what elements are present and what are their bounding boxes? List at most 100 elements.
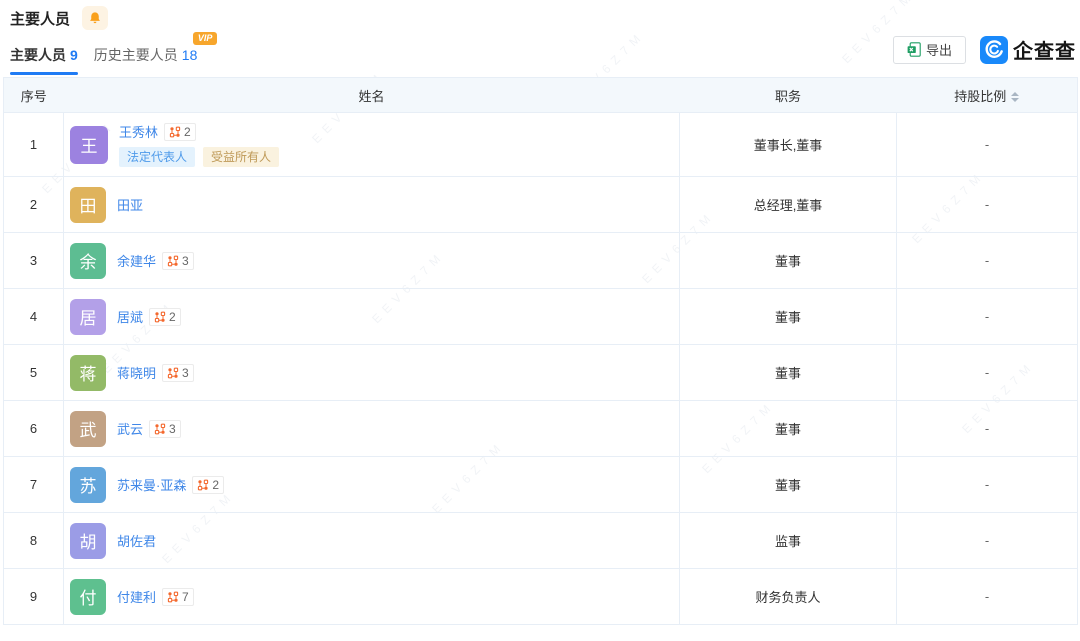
tab-history-personnel[interactable]: 历史主要人员18 VIP	[94, 45, 198, 75]
avatar: 胡	[70, 523, 106, 559]
avatar: 付	[70, 579, 106, 615]
avatar: 居	[70, 299, 106, 335]
row-position: 董事	[680, 233, 897, 289]
table-row: 5 蒋 蒋晓明 3 董事 -	[4, 345, 1078, 401]
table-row: 4 居 居斌 2 董事 -	[4, 289, 1078, 345]
org-relation-icon	[167, 367, 179, 379]
row-ratio: -	[897, 401, 1078, 457]
person-name-link[interactable]: 武云	[117, 419, 143, 438]
row-ratio: -	[897, 233, 1078, 289]
avatar: 田	[70, 187, 106, 223]
person-name-link[interactable]: 胡佐君	[117, 531, 156, 550]
relation-count-badge[interactable]: 2	[164, 123, 196, 141]
relation-count: 2	[169, 310, 176, 324]
relation-count-badge[interactable]: 3	[162, 364, 194, 382]
person-name-link[interactable]: 蒋晓明	[117, 363, 156, 382]
row-index: 5	[4, 345, 64, 401]
relation-count-badge[interactable]: 3	[162, 252, 194, 270]
relation-count: 2	[212, 478, 219, 492]
person-name-link[interactable]: 王秀林	[119, 122, 158, 141]
relation-count: 3	[182, 366, 189, 380]
avatar: 蒋	[70, 355, 106, 391]
person-name-link[interactable]: 余建华	[117, 251, 156, 270]
row-ratio: -	[897, 113, 1078, 177]
tab-label: 历史主要人员	[94, 47, 178, 63]
row-index: 1	[4, 113, 64, 177]
org-relation-icon	[167, 255, 179, 267]
relation-count-badge[interactable]: 2	[192, 476, 224, 494]
row-position: 监事	[680, 513, 897, 569]
person-name-link[interactable]: 付建利	[117, 587, 156, 606]
row-ratio: -	[897, 177, 1078, 233]
row-index: 6	[4, 401, 64, 457]
table-row: 8 胡 胡佐君 监事 -	[4, 513, 1078, 569]
table-row: 7 苏 苏来曼·亚森 2 董事 -	[4, 457, 1078, 513]
person-name-link[interactable]: 苏来曼·亚森	[117, 475, 186, 494]
col-header-index: 序号	[4, 78, 64, 113]
avatar: 武	[70, 411, 106, 447]
org-relation-icon	[154, 311, 166, 323]
tab-label: 主要人员	[10, 47, 66, 63]
toolbar-actions: 导出 企查查	[893, 35, 1076, 64]
col-header-ratio: 持股比例	[897, 78, 1078, 113]
row-index: 7	[4, 457, 64, 513]
bell-icon	[88, 11, 102, 25]
brand-logo[interactable]: 企查查	[980, 35, 1076, 64]
relation-count-badge[interactable]: 2	[149, 308, 181, 326]
excel-file-icon	[907, 42, 921, 57]
tab-key-personnel[interactable]: 主要人员9	[10, 45, 78, 75]
row-index: 3	[4, 233, 64, 289]
qcc-logo-icon	[980, 36, 1008, 64]
row-ratio: -	[897, 513, 1078, 569]
col-header-ratio-label: 持股比例	[954, 89, 1006, 104]
avatar: 苏	[70, 467, 106, 503]
subscribe-bell-button[interactable]	[82, 6, 108, 30]
col-header-position: 职务	[680, 78, 897, 113]
key-personnel-panel: EEV6Z7M EEV6Z7M EEV6Z7M EEV6Z7M EEV6Z7M …	[0, 0, 1080, 641]
row-position: 董事	[680, 401, 897, 457]
personnel-table: 序号 姓名 职务 持股比例 1 王	[3, 77, 1078, 625]
row-position: 董事	[680, 345, 897, 401]
tag-beneficial-owner: 受益所有人	[203, 147, 279, 167]
col-header-name: 姓名	[64, 78, 680, 113]
avatar: 王	[70, 126, 108, 164]
relation-count: 3	[169, 422, 176, 436]
row-index: 2	[4, 177, 64, 233]
table-row: 3 余 余建华 3 董事 -	[4, 233, 1078, 289]
table-row: 1 王 王秀林 2	[4, 113, 1078, 177]
relation-count-badge[interactable]: 3	[149, 420, 181, 438]
row-position: 总经理,董事	[680, 177, 897, 233]
row-ratio: -	[897, 569, 1078, 625]
row-position: 董事	[680, 457, 897, 513]
org-relation-icon	[154, 423, 166, 435]
brand-name: 企查查	[1013, 35, 1076, 64]
tab-count: 18	[182, 47, 198, 63]
avatar: 余	[70, 243, 106, 279]
person-name-link[interactable]: 田亚	[117, 195, 143, 214]
sort-toggle-icon[interactable]	[1011, 92, 1019, 102]
org-relation-icon	[167, 591, 179, 603]
row-ratio: -	[897, 289, 1078, 345]
tab-count: 9	[70, 47, 78, 63]
tab-bar: 主要人员9 历史主要人员18 VIP	[10, 45, 197, 75]
row-ratio: -	[897, 457, 1078, 513]
table-row: 9 付 付建利 7 财务负责人 -	[4, 569, 1078, 625]
tag-legal-representative: 法定代表人	[119, 147, 195, 167]
relation-count-badge[interactable]: 7	[162, 588, 194, 606]
row-index: 9	[4, 569, 64, 625]
row-position: 董事长,董事	[680, 113, 897, 177]
table-header-row: 序号 姓名 职务 持股比例	[4, 78, 1078, 113]
org-relation-icon	[197, 479, 209, 491]
row-position: 董事	[680, 289, 897, 345]
table-row: 6 武 武云 3 董事 -	[4, 401, 1078, 457]
export-button-label: 导出	[926, 40, 952, 59]
relation-count: 7	[182, 590, 189, 604]
section-header: 主要人员	[10, 6, 108, 30]
row-index: 4	[4, 289, 64, 345]
export-button[interactable]: 导出	[893, 36, 966, 64]
relation-count: 2	[184, 125, 191, 139]
relation-count: 3	[182, 254, 189, 268]
person-name-link[interactable]: 居斌	[117, 307, 143, 326]
row-ratio: -	[897, 345, 1078, 401]
org-relation-icon	[169, 126, 181, 138]
